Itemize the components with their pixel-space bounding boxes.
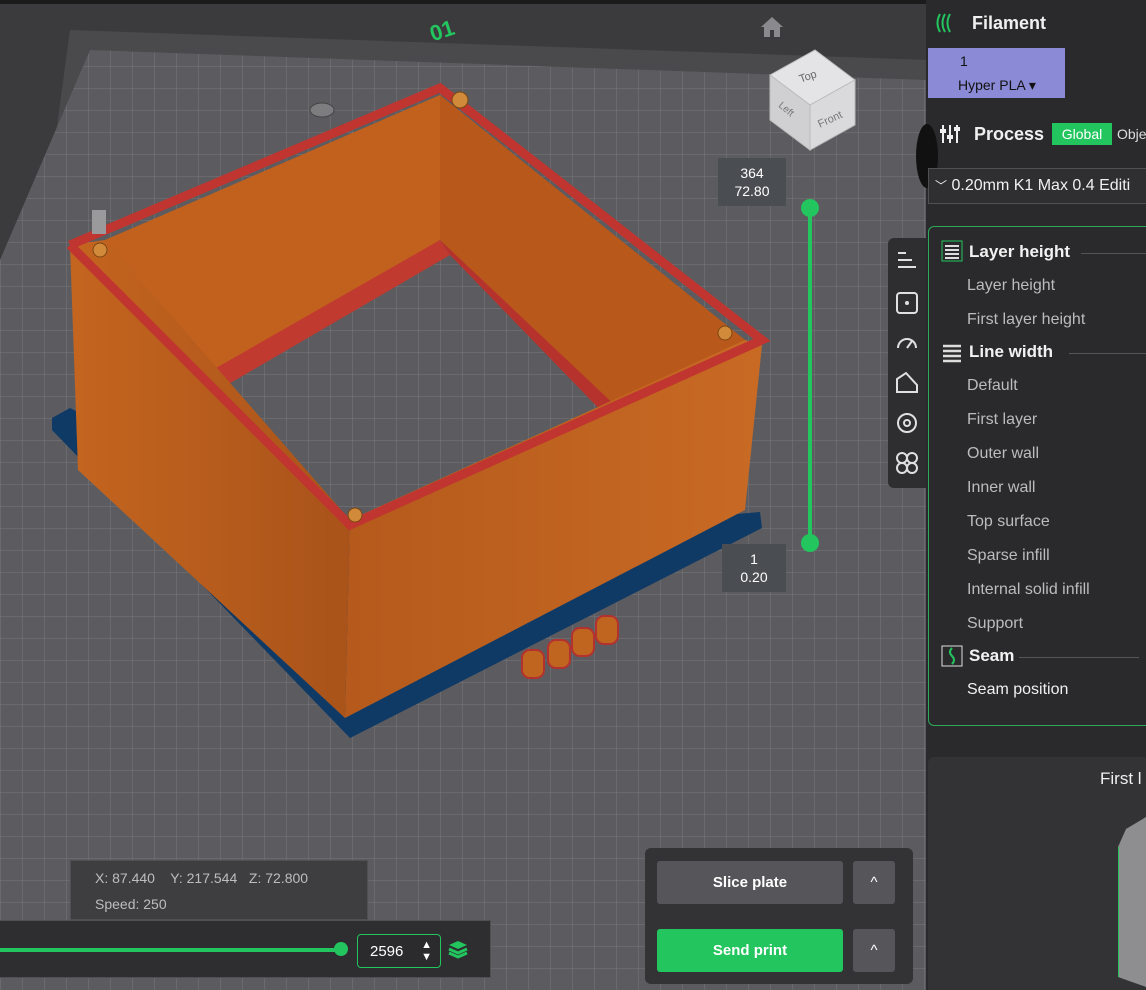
y-label: Y:: [170, 870, 183, 886]
filament-icon: [936, 13, 951, 33]
global-toggle[interactable]: Global: [1052, 123, 1112, 145]
setting-support[interactable]: Support: [967, 615, 1023, 633]
filament-slot-number: 1: [960, 53, 968, 69]
setting-seam-position[interactable]: Seam position: [967, 681, 1068, 699]
settings-sidebar: Filament 1 Hyper PLA ▾ Process Global Ob…: [916, 0, 1146, 990]
layer-slider-bottom-handle[interactable]: [801, 534, 819, 552]
setting-default[interactable]: Default: [967, 377, 1018, 395]
preview-illustration: [1118, 817, 1146, 987]
chevron-down-icon: ﹀: [935, 179, 948, 193]
send-dropdown-button[interactable]: ^: [853, 929, 895, 972]
layers-view-icon[interactable]: [894, 248, 920, 274]
move-slider-track[interactable]: [0, 948, 340, 952]
bottom-layer-height: 0.20: [740, 569, 768, 585]
filament-name: Hyper PLA: [958, 77, 1025, 93]
move-slider-knob[interactable]: [334, 942, 348, 956]
layer-range-slider[interactable]: [808, 207, 812, 543]
z-label: Z:: [248, 870, 262, 886]
preview-title: First l: [1100, 769, 1142, 788]
settings-list: Layer height Layer height First layer he…: [928, 226, 1146, 726]
process-settings-icon: [940, 125, 960, 143]
layer-slider-top-handle[interactable]: [801, 199, 819, 217]
corner-screw: [92, 242, 108, 258]
plate-hole: [309, 102, 335, 118]
setting-internal-solid-infill[interactable]: Internal solid infill: [967, 581, 1090, 599]
group-line-width: Line width: [969, 342, 1146, 362]
setting-layer-height[interactable]: Layer height: [967, 277, 1055, 295]
z-value: 72.800: [265, 870, 309, 886]
x-value: 87.440: [112, 870, 155, 886]
stacked-layers-icon[interactable]: [447, 938, 469, 960]
bottom-layer-number: 1: [750, 551, 758, 567]
measure-icon[interactable]: [894, 410, 920, 436]
slice-plate-button[interactable]: Slice plate: [657, 861, 843, 904]
seam-icon: [941, 645, 963, 667]
home-icon[interactable]: [758, 14, 786, 40]
filament-title: Filament: [972, 13, 1047, 33]
view-toolbar: [888, 238, 926, 488]
setting-preview-panel: First l: [928, 757, 1146, 990]
select-box-icon[interactable]: [894, 290, 920, 316]
setting-first-layer[interactable]: First layer: [967, 411, 1037, 429]
send-print-button[interactable]: Send print: [657, 929, 843, 972]
setting-sparse-infill[interactable]: Sparse infill: [967, 547, 1050, 565]
group-seam: Seam: [969, 646, 1139, 666]
setting-top-surface[interactable]: Top surface: [967, 513, 1050, 531]
corner-screw: [451, 91, 469, 109]
move-slider-panel: 2596 ▲ ▼: [0, 920, 491, 978]
speed-label: Speed:: [95, 896, 140, 912]
nozzle-post: [92, 210, 106, 234]
filament-slot-chip[interactable]: 1 Hyper PLA ▾: [928, 48, 1065, 98]
spin-arrows-icon[interactable]: ▲ ▼: [421, 939, 432, 963]
top-layer-label: 364 72.80: [718, 158, 786, 206]
corner-screw: [347, 507, 363, 523]
y-value: 217.544: [186, 870, 238, 886]
layer-height-icon: [941, 240, 963, 262]
speed-value: 250: [143, 896, 167, 912]
setting-inner-wall[interactable]: Inner wall: [967, 479, 1035, 497]
bottom-layer-label: 1 0.20: [722, 544, 786, 592]
setting-outer-wall[interactable]: Outer wall: [967, 445, 1039, 463]
x-label: X:: [95, 870, 109, 886]
top-layer-number: 364: [740, 165, 764, 181]
setting-first-layer-height[interactable]: First layer height: [967, 311, 1085, 329]
chevron-down-icon[interactable]: ▾: [1029, 77, 1036, 93]
group-layer-height: Layer height: [969, 242, 1146, 262]
arrange-icon[interactable]: [894, 450, 920, 476]
slice-dropdown-button[interactable]: ^: [853, 861, 895, 904]
view-cube[interactable]: Top Left Front: [765, 45, 860, 155]
move-spinbox[interactable]: 2596 ▲ ▼: [357, 934, 441, 968]
process-preset-name: 0.20mm K1 Max 0.4 Editi: [951, 177, 1131, 194]
move-value: 2596: [370, 943, 404, 960]
action-panel: Slice plate ^ Send print ^: [645, 848, 913, 984]
top-layer-height: 72.80: [734, 183, 770, 199]
3d-viewport[interactable]: 01 Top Left Front 364 72.80 1 0.20 X: 87…: [0, 0, 926, 990]
process-title: Process: [974, 124, 1045, 144]
position-readout: X: 87.440 Y: 217.544 Z: 72.800 Speed: 25…: [70, 860, 368, 920]
objects-toggle[interactable]: Obje: [1117, 126, 1146, 142]
corner-screw: [717, 325, 733, 341]
line-width-icon: [943, 344, 961, 363]
support-paint-icon[interactable]: [894, 369, 920, 395]
speed-gauge-icon[interactable]: [894, 330, 920, 356]
process-preset-dropdown[interactable]: ﹀ 0.20mm K1 Max 0.4 Editi: [928, 168, 1146, 204]
